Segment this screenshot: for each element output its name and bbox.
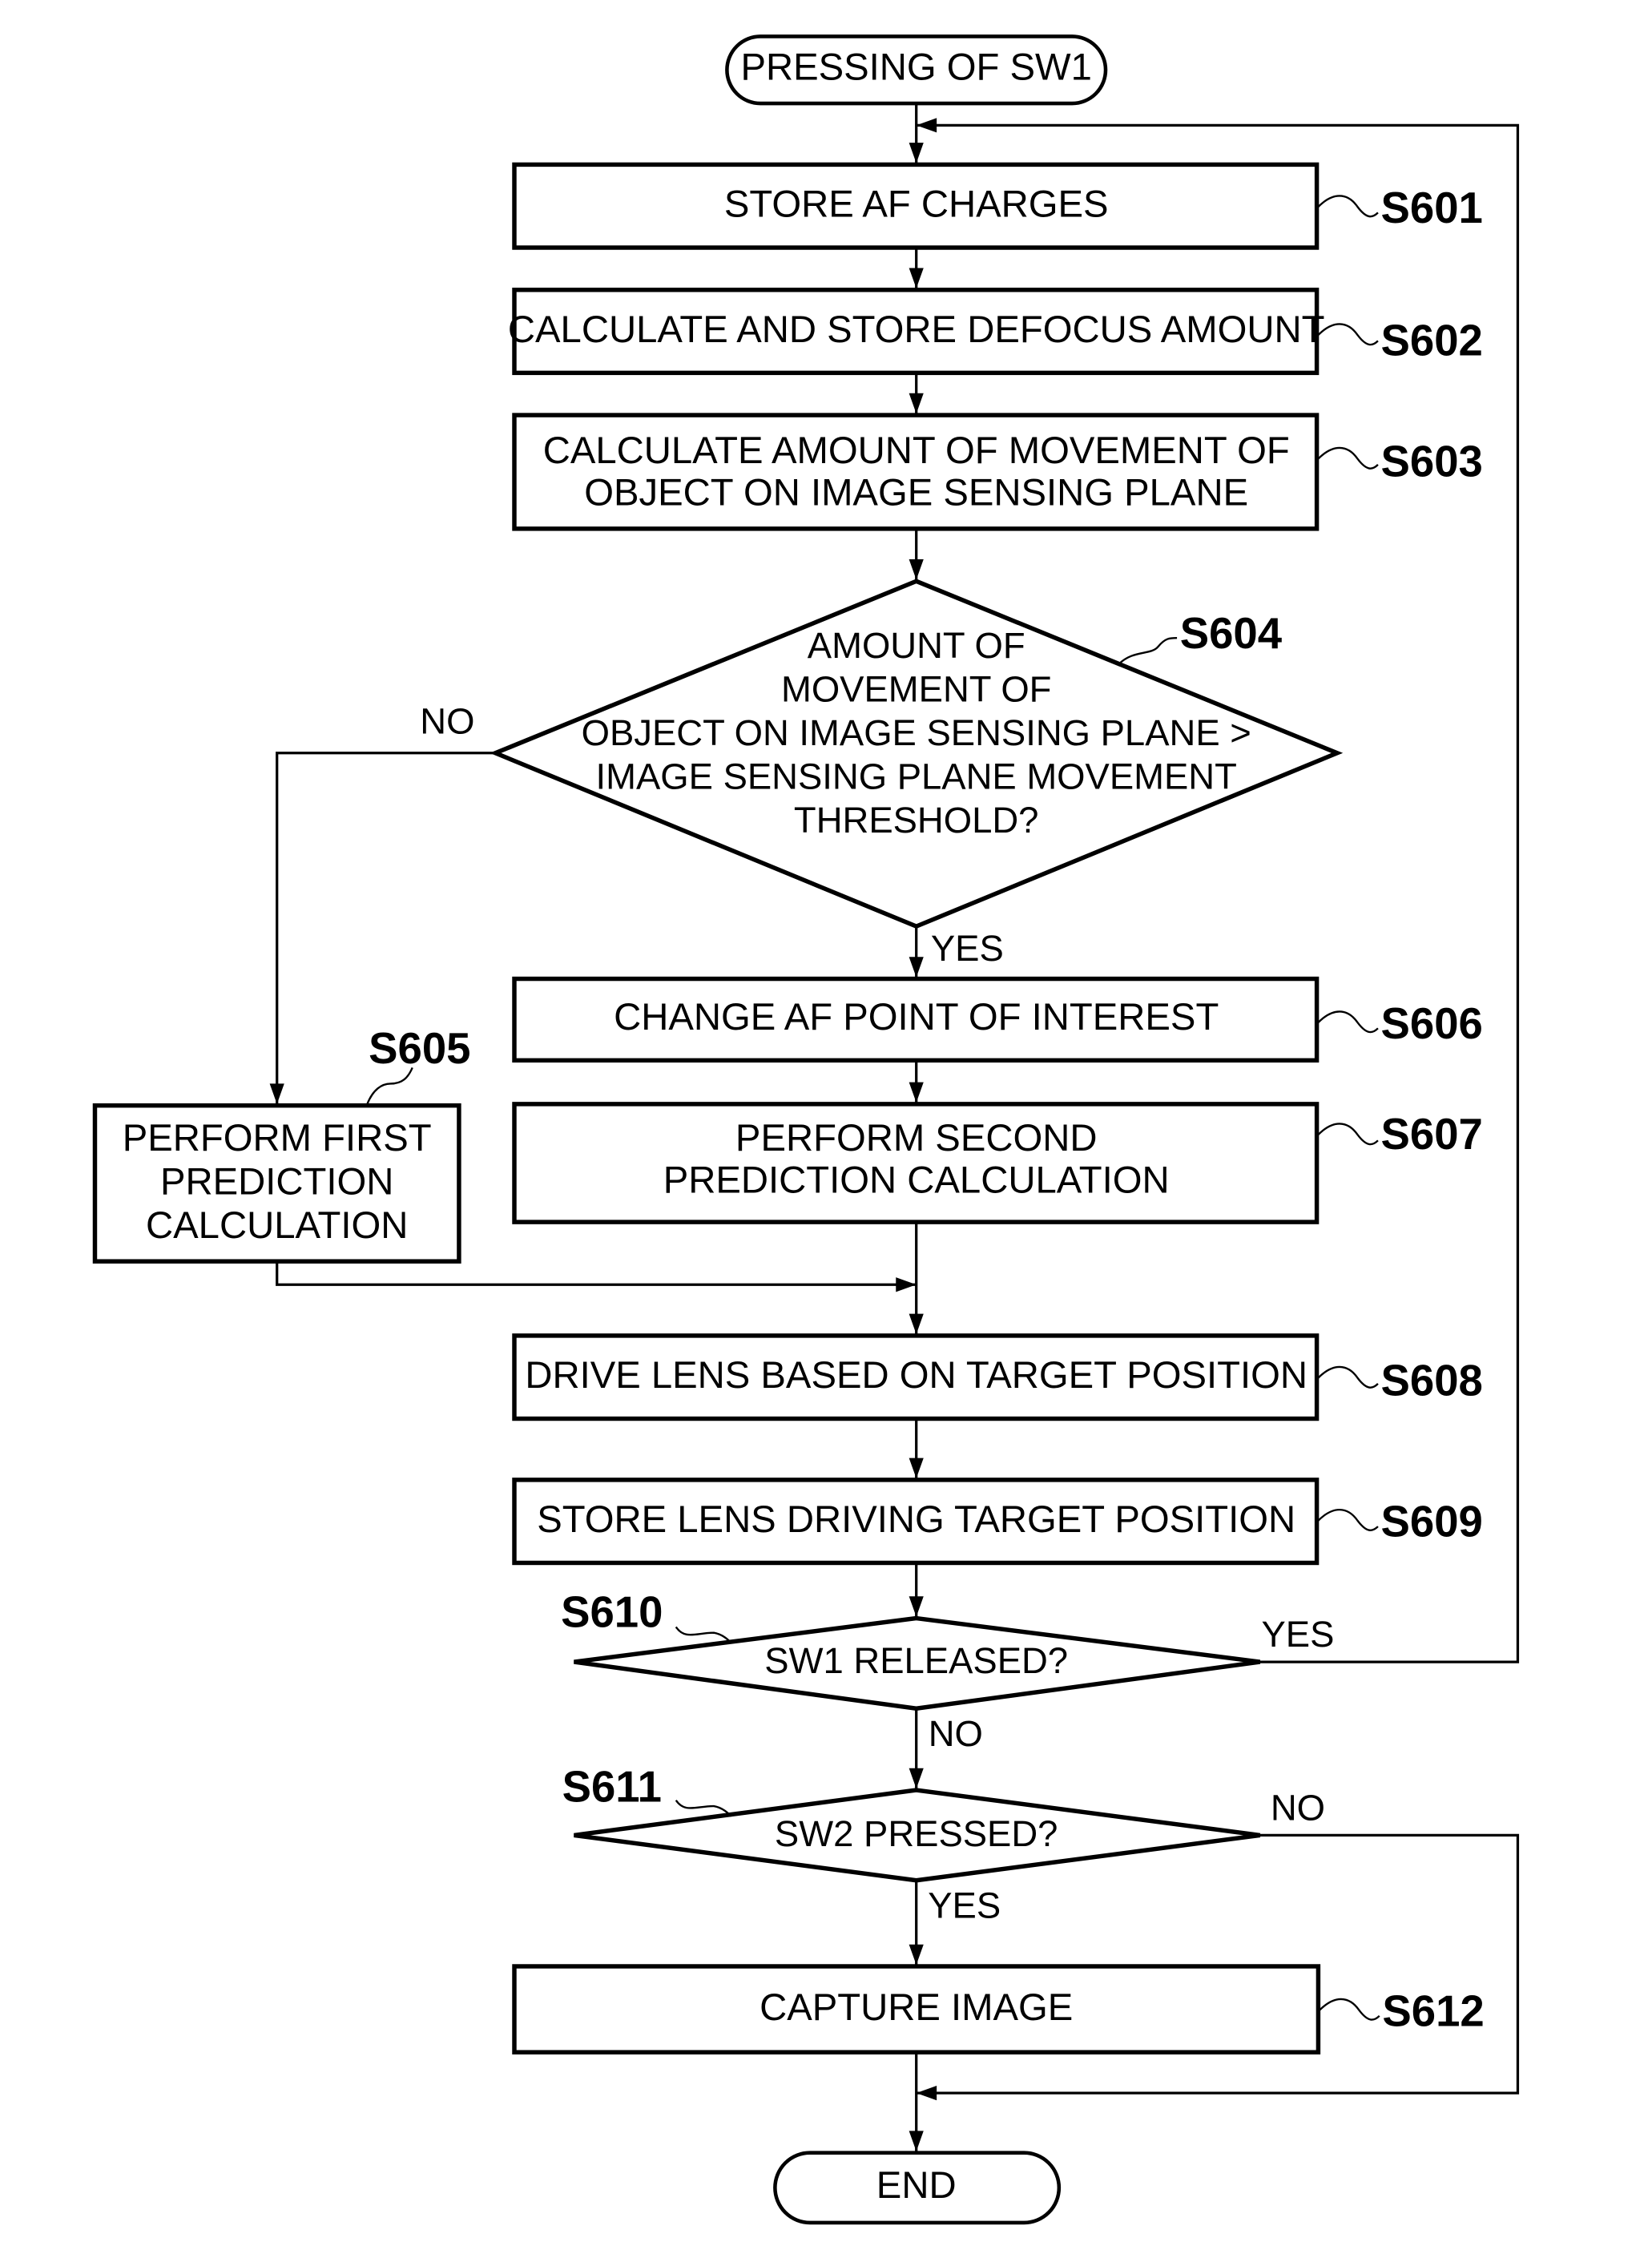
s607-ref: S607: [1381, 1110, 1483, 1159]
s603-text-line1: CALCULATE AMOUNT OF MOVEMENT OF: [543, 429, 1290, 472]
s611-no-label: NO: [1271, 1787, 1325, 1828]
end-terminal: END: [773, 2151, 1062, 2225]
step-s607: PERFORM SECOND PREDICTION CALCULATION S6…: [512, 1102, 1483, 1224]
s605-text-line3: CALCULATION: [146, 1204, 408, 1247]
arrowhead-end: [909, 2131, 924, 2151]
s605-text-line2: PREDICTION: [160, 1160, 393, 1203]
s610-leader: [675, 1626, 732, 1644]
s611-text: SW2 PRESSED?: [775, 1813, 1058, 1854]
decision-s610: SW1 RELEASED? S610 YES NO: [561, 1587, 1334, 1753]
s608-ref: S608: [1381, 1356, 1483, 1405]
arrowhead-s602: [909, 268, 924, 288]
s603-text-line2: OBJECT ON IMAGE SENSING PLANE: [584, 472, 1248, 514]
s604-yes-label: YES: [931, 928, 1004, 969]
s609-leader: [1317, 1509, 1379, 1531]
s612-text: CAPTURE IMAGE: [760, 1986, 1073, 2029]
start-terminal: PRESSING OF SW1: [725, 34, 1108, 106]
s607-text-line2: PREDICTION CALCULATION: [663, 1159, 1170, 1202]
s602-text: CALCULATE AND STORE DEFOCUS AMOUNT: [508, 308, 1325, 351]
s605-text-line1: PERFORM FIRST: [123, 1117, 432, 1159]
s610-yes-label: YES: [1261, 1614, 1334, 1655]
s607-leader: [1317, 1123, 1379, 1146]
arrowhead-s605: [269, 1083, 284, 1104]
s607-text-line1: PERFORM SECOND: [735, 1117, 1098, 1159]
s606-text: CHANGE AF POINT OF INTEREST: [614, 996, 1219, 1038]
step-s601: STORE AF CHARGES S601: [512, 162, 1483, 250]
s605-leader: [366, 1066, 413, 1105]
s603-leader: [1317, 446, 1379, 470]
arrowhead-s609: [909, 1458, 924, 1479]
step-s606: CHANGE AF POINT OF INTEREST S606: [512, 976, 1483, 1063]
s604-text-line2: MOVEMENT OF: [781, 668, 1051, 709]
connector-s605-join: [276, 1263, 917, 1286]
s601-ref: S601: [1381, 183, 1483, 232]
step-s605: PERFORM FIRST PREDICTION CALCULATION S60…: [92, 1024, 471, 1264]
s604-ref: S604: [1180, 609, 1283, 658]
arrowhead-s607: [909, 1082, 924, 1103]
s604-text-line3: OBJECT ON IMAGE SENSING PLANE >: [582, 712, 1251, 753]
arrowhead-loop: [916, 118, 937, 133]
arrowhead-join: [896, 1277, 917, 1292]
s601-text: STORE AF CHARGES: [724, 183, 1109, 226]
arrowhead-s604: [909, 559, 924, 580]
s612-leader: [1319, 1998, 1380, 2021]
s606-leader: [1317, 1010, 1379, 1034]
s610-text: SW1 RELEASED?: [764, 1640, 1068, 1681]
s608-text: DRIVE LENS BASED ON TARGET POSITION: [525, 1354, 1307, 1397]
s604-text-line4: IMAGE SENSING PLANE MOVEMENT: [596, 756, 1237, 797]
step-s612: CAPTURE IMAGE S612: [512, 1964, 1485, 2054]
arrowhead-s606: [909, 957, 924, 978]
s601-leader: [1317, 195, 1379, 218]
s602-leader: [1317, 323, 1379, 346]
arrowhead-s601: [909, 143, 924, 163]
s609-ref: S609: [1381, 1498, 1483, 1546]
arrowhead-s612: [909, 1944, 924, 1966]
step-s602: CALCULATE AND STORE DEFOCUS AMOUNT S602: [508, 288, 1483, 376]
s602-ref: S602: [1381, 316, 1483, 365]
s611-ref: S611: [562, 1762, 662, 1811]
arrowhead-s608: [909, 1313, 924, 1335]
step-s603: CALCULATE AMOUNT OF MOVEMENT OF OBJECT O…: [512, 413, 1483, 531]
decision-s611: SW2 PRESSED? S611 NO YES: [562, 1762, 1325, 1925]
arrowhead-s610: [909, 1596, 924, 1617]
s605-ref: S605: [369, 1024, 470, 1073]
s606-ref: S606: [1381, 999, 1483, 1048]
flowchart: PRESSING OF SW1 STORE AF CHARGES S601 CA…: [92, 34, 1520, 2225]
s610-no-label: NO: [929, 1713, 983, 1754]
s611-yes-label: YES: [928, 1885, 1001, 1925]
end-label: END: [876, 2164, 957, 2207]
arrowhead-s611: [909, 1768, 924, 1789]
s610-ref: S610: [561, 1587, 663, 1636]
s604-text-line5: THRESHOLD?: [794, 800, 1039, 841]
s603-ref: S603: [1381, 437, 1483, 486]
s609-text: STORE LENS DRIVING TARGET POSITION: [537, 1498, 1295, 1541]
step-s608: DRIVE LENS BASED ON TARGET POSITION S608: [512, 1333, 1483, 1421]
arrowhead-s611-no: [916, 2086, 937, 2101]
arrowhead-s603: [909, 393, 924, 414]
s612-ref: S612: [1382, 1986, 1484, 2035]
step-s609: STORE LENS DRIVING TARGET POSITION S609: [512, 1478, 1483, 1566]
decision-s604: AMOUNT OF MOVEMENT OF OBJECT ON IMAGE SE…: [420, 579, 1344, 969]
s604-text-line1: AMOUNT OF: [808, 625, 1025, 666]
s608-leader: [1317, 1365, 1379, 1389]
s604-leader: [1118, 637, 1178, 665]
s604-no-label: NO: [420, 700, 474, 741]
start-label: PRESSING OF SW1: [740, 46, 1091, 89]
